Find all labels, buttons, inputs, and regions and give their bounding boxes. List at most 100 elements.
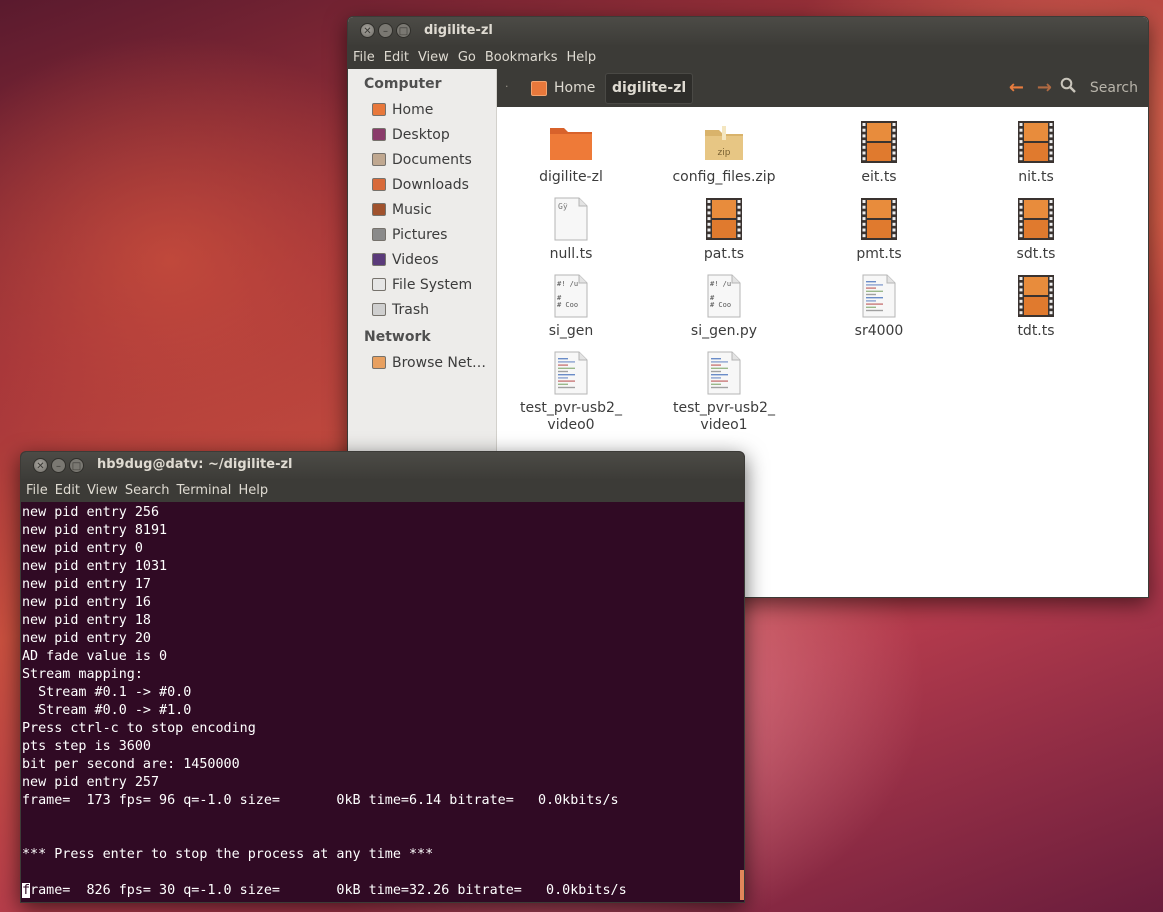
menu-edit[interactable]: Edit [384,50,409,65]
terminal-line: new pid entry 0 [22,541,143,556]
maximize-icon[interactable]: □ [69,458,84,473]
terminal-line: new pid entry 8191 [22,523,168,538]
menu-go[interactable]: Go [458,50,476,65]
file-item[interactable]: pmt.ts [804,195,954,263]
video-file-icon [861,198,897,240]
file-item[interactable]: sr4000 [804,272,954,340]
text-file-icon [707,351,741,395]
minimize-icon[interactable]: – [378,23,393,38]
terminal-line: new pid entry 256 [22,505,160,520]
file-name-label: eit.ts [861,169,897,185]
file-item[interactable]: test_pvr-usb2_ video1 [649,349,799,434]
file-item[interactable]: sdt.ts [961,195,1111,263]
documents-icon [372,153,386,166]
menu-view[interactable]: View [418,50,449,65]
minimize-icon[interactable]: – [51,458,66,473]
breadcrumb-home[interactable]: Home [531,80,595,96]
menu-help[interactable]: Help [238,483,268,498]
menu-bookmarks[interactable]: Bookmarks [485,50,558,65]
menu-file[interactable]: File [353,50,375,65]
sidebar-item-desktop[interactable]: Desktop [348,122,496,147]
sidebar-item-music[interactable]: Music [348,197,496,222]
svg-text:# Coo: # Coo [557,301,578,309]
close-icon[interactable]: ✕ [33,458,48,473]
svg-text:# Coo: # Coo [710,301,731,309]
file-item[interactable]: zip config_files.zip [649,118,799,186]
file-item[interactable]: eit.ts [804,118,954,186]
fm-toolbar: · Home digilite-zl ← → Search [497,69,1148,107]
terminal-line: new pid entry 18 [22,613,151,628]
file-item[interactable]: #! /u # # Coo si_gen.py [649,272,799,340]
menu-file[interactable]: File [26,483,48,498]
svg-text:Gÿ: Gÿ [558,202,568,211]
forward-arrow-icon[interactable]: → [1037,77,1052,98]
drive-icon [372,278,386,291]
video-file-icon [1018,121,1054,163]
terminal-output[interactable]: new pid entry 256 new pid entry 8191 new p… [21,502,744,900]
sidebar-item-file-system[interactable]: File System [348,272,496,297]
video-file-icon [706,198,742,240]
back-arrow-icon[interactable]: ← [1009,77,1024,98]
file-name-label: nit.ts [1018,169,1054,185]
video-file-icon [1018,275,1054,317]
breadcrumb-current[interactable]: digilite-zl [605,73,694,104]
file-name-label: test_pvr-usb2_ video1 [673,400,775,433]
file-item[interactable]: #! /u # # Coo si_gen [496,272,646,340]
sidebar-item-label: Browse Net… [392,354,487,371]
sidebar-item-trash[interactable]: Trash [348,297,496,322]
menu-terminal[interactable]: Terminal [176,483,231,498]
sidebar-item-label: Videos [392,251,439,268]
file-name-label: pmt.ts [856,246,902,262]
terminal-line: new pid entry 16 [22,595,151,610]
file-item[interactable]: Gÿ null.ts [496,195,646,263]
sidebar-item-pictures[interactable]: Pictures [348,222,496,247]
sidebar-item-videos[interactable]: Videos [348,247,496,272]
terminal-line: Stream mapping: [22,667,143,682]
archive-icon: zip [705,126,743,160]
menu-help[interactable]: Help [566,50,596,65]
fm-titlebar[interactable]: ✕ – □ digilite-zl [348,17,1148,45]
terminal-titlebar[interactable]: ✕ – □ hb9dug@datv: ~/digilite-zl [21,452,744,479]
file-name-label: sdt.ts [1016,246,1056,262]
terminal-line-text: rame= 826 fps= 30 q=-1.0 size= 0kB time=… [30,883,627,898]
binary-file-icon: Gÿ [554,197,588,241]
terminal-line: Stream #0.1 -> #0.0 [22,685,192,700]
terminal-line: frame= 173 fps= 96 q=-1.0 size= 0kB time… [22,793,619,808]
terminal-menubar: File Edit View Search Terminal Help [21,479,744,502]
terminal-line: new pid entry 20 [22,631,151,646]
videos-icon [372,253,386,266]
search-button[interactable]: Search [1090,80,1138,96]
sidebar-item-label: Home [392,101,434,118]
svg-text:#! /u: #! /u [557,280,578,288]
video-file-icon [1018,198,1054,240]
script-file-icon: #! /u## Coo [554,274,588,318]
file-item[interactable]: pat.ts [649,195,799,263]
file-item[interactable]: tdt.ts [961,272,1111,340]
sidebar-item-documents[interactable]: Documents [348,147,496,172]
svg-text:#! /u: #! /u [710,280,731,288]
menu-edit[interactable]: Edit [55,483,80,498]
terminal-line: *** Press enter to stop the process at a… [22,847,434,862]
file-item[interactable]: test_pvr-usb2_ video0 [496,349,646,434]
breadcrumb-overflow-icon[interactable]: · [505,80,509,93]
menu-view[interactable]: View [87,483,118,498]
menu-search[interactable]: Search [125,483,170,498]
sidebar-item-downloads[interactable]: Downloads [348,172,496,197]
file-item[interactable]: digilite-zl [496,118,646,186]
maximize-icon[interactable]: □ [396,23,411,38]
file-name-label: sr4000 [854,323,904,339]
desktop-icon [372,128,386,141]
sidebar-item-label: Pictures [392,226,448,243]
file-item[interactable]: nit.ts [961,118,1111,186]
fm-menubar: File Edit View Go Bookmarks Help [348,45,1148,69]
terminal-scrollbar[interactable] [740,870,744,900]
sidebar-item-label: Trash [392,301,429,318]
breadcrumb-home-label: Home [554,80,596,96]
search-icon[interactable] [1060,77,1076,93]
file-name-label: tdt.ts [1017,323,1055,339]
close-icon[interactable]: ✕ [360,23,375,38]
sidebar-heading-network: Network [364,329,431,345]
sidebar-item-browse-net[interactable]: Browse Net… [348,350,496,375]
sidebar-item-home[interactable]: Home [348,97,496,122]
